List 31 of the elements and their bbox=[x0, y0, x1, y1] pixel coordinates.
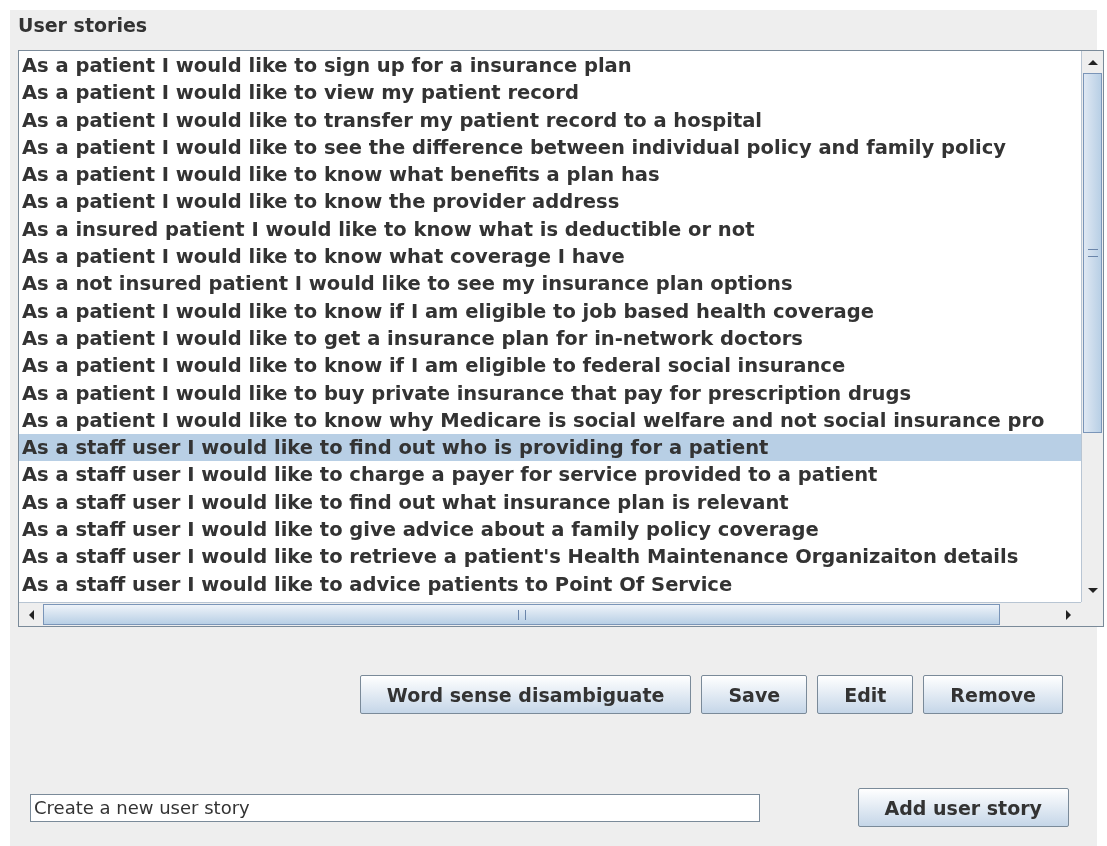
story-item[interactable]: As a insured patient I would like to know what is deductible or not bbox=[19, 215, 1081, 244]
story-item[interactable]: As a patient I would like to see the difference between individual policy and family policy bbox=[19, 133, 1081, 162]
story-item[interactable]: As a patient I would like to know if I am eligible to federal social insurance bbox=[19, 352, 1081, 380]
story-item[interactable]: As a patient I would like to know the provider address bbox=[19, 188, 1081, 216]
story-item[interactable]: As a staff user I would like to find out who is providing for a patient bbox=[19, 434, 1081, 462]
action-button[interactable]: Save bbox=[701, 675, 808, 714]
story-item[interactable]: As a patient I would like to sign up for a insurance plan bbox=[19, 52, 1081, 80]
story-item[interactable]: As a patient I would like to view my patient record bbox=[19, 79, 1081, 107]
scroll-thumb[interactable] bbox=[43, 604, 1000, 625]
story-item[interactable]: As a not insured patient I would like to see my insurance plan options bbox=[19, 270, 1081, 298]
story-item[interactable]: As a patient I would like to transfer my patient record to a hospital bbox=[19, 106, 1081, 134]
horizontal-scrollbar[interactable] bbox=[19, 602, 1081, 626]
story-item[interactable]: As a patient I would like to know if I am eligible to job based health coverage bbox=[19, 297, 1081, 325]
add-story-button[interactable]: Add user story bbox=[857, 788, 1069, 827]
story-item[interactable]: As a patient I would like to know what benefits a plan has bbox=[19, 161, 1081, 189]
story-item[interactable]: As a staff user I would like to give advice about a family policy coverage bbox=[19, 516, 1081, 544]
story-item[interactable]: As a staff user I would like to find out what insurance plan is relevant bbox=[19, 488, 1081, 517]
story-item[interactable]: As a staff user I would like to retrieve a patient's Health Maintenance Organizaiton details bbox=[19, 543, 1081, 571]
panel-title: User stories bbox=[18, 13, 149, 38]
action-button[interactable]: Edit bbox=[817, 675, 914, 714]
story-item[interactable]: As a patient I would like to buy private insurance that pay for prescription drugs bbox=[19, 379, 1081, 407]
story-item[interactable]: As a patient I would like to know what coverage I have bbox=[19, 243, 1081, 271]
action-button[interactable]: Remove bbox=[923, 675, 1063, 714]
story-item[interactable]: As a patient I would like to know why Medicare is social welfare and not social insurance pro bbox=[19, 406, 1081, 435]
vertical-scrollbar[interactable] bbox=[1081, 51, 1103, 602]
story-item[interactable]: As a staff user I would like to charge a payer for service provided to a patient bbox=[19, 461, 1081, 489]
scroll-thumb[interactable] bbox=[1083, 73, 1102, 433]
new-story-field[interactable]: Create a new user story bbox=[30, 793, 760, 822]
story-item[interactable]: As a patient I would like to get a insurance plan for in-network doctors bbox=[19, 324, 1081, 353]
story-item[interactable]: As a staff user I would like to advice patients to Point Of Service bbox=[19, 570, 1081, 598]
action-button[interactable]: Word sense disambiguate bbox=[359, 675, 692, 714]
